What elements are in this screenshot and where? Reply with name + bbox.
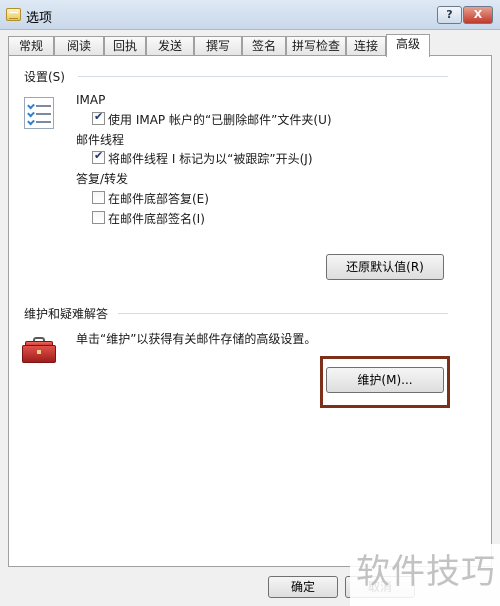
help-button[interactable]: ? bbox=[437, 6, 462, 24]
maintenance-divider bbox=[118, 313, 448, 314]
tab-send[interactable]: 发送 bbox=[146, 36, 194, 56]
tab-advanced[interactable]: 高级 bbox=[386, 34, 430, 57]
options-icon bbox=[6, 8, 21, 21]
signature-bottom-label: 在邮件底部签名(I) bbox=[108, 212, 205, 226]
reply-forward-label: 答复/转发 bbox=[76, 172, 129, 186]
window-title: 选项 bbox=[26, 11, 53, 26]
restore-defaults-button[interactable]: 还原默认值(R) bbox=[326, 254, 444, 280]
tab-compose[interactable]: 撰写 bbox=[194, 36, 242, 56]
watermark: 软件技巧 bbox=[350, 544, 500, 606]
settings-list-icon bbox=[24, 97, 54, 129]
settings-section-title: 设置(S) bbox=[24, 70, 65, 84]
reply-bottom-label: 在邮件底部答复(E) bbox=[108, 192, 209, 206]
reply-bottom-checkbox[interactable] bbox=[92, 191, 105, 204]
maintenance-section-title: 维护和疑难解答 bbox=[24, 307, 109, 321]
settings-divider bbox=[78, 76, 448, 77]
imap-label: IMAP bbox=[76, 93, 106, 107]
ok-button[interactable]: 确定 bbox=[268, 576, 338, 598]
maintenance-description: 单击“维护”以获得有关邮件存储的高级设置。 bbox=[76, 332, 317, 346]
imap-deleted-folder-label: 使用 IMAP 帐户的“已删除邮件”文件夹(U) bbox=[108, 113, 332, 127]
tab-spelling[interactable]: 拼写检查 bbox=[286, 36, 346, 56]
tab-strip: 常规 阅读 回执 发送 撰写 签名 拼写检查 连接 高级 bbox=[8, 34, 492, 57]
tab-general[interactable]: 常规 bbox=[8, 36, 54, 56]
signature-bottom-checkbox[interactable] bbox=[92, 211, 105, 224]
tab-receipts[interactable]: 回执 bbox=[104, 36, 146, 56]
toolbox-icon bbox=[22, 337, 56, 363]
maintenance-button[interactable]: 维护(M)... bbox=[326, 367, 444, 393]
tab-read[interactable]: 阅读 bbox=[54, 36, 104, 56]
tab-signatures[interactable]: 签名 bbox=[242, 36, 286, 56]
tab-connection[interactable]: 连接 bbox=[346, 36, 386, 56]
threads-label: 邮件线程 bbox=[76, 133, 125, 147]
mark-threads-label: 将邮件线程 I 标记为以“被跟踪”开头(J) bbox=[108, 152, 313, 166]
imap-deleted-folder-checkbox[interactable] bbox=[92, 110, 105, 125]
title-bar: 选项 ? X bbox=[0, 0, 500, 30]
mark-threads-checkbox[interactable] bbox=[92, 149, 105, 164]
close-button[interactable]: X bbox=[463, 6, 493, 24]
